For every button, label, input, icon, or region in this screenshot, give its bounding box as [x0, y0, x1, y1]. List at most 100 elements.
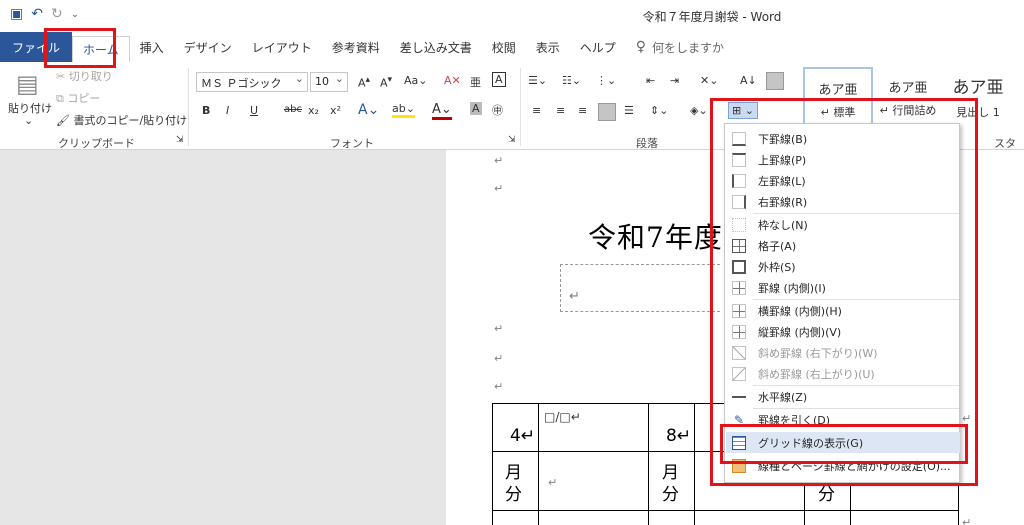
- table-border: [694, 403, 695, 525]
- paragraph-mark: ↵: [494, 182, 504, 195]
- show-marks-icon[interactable]: [766, 72, 784, 90]
- char-border-icon[interactable]: A: [492, 72, 506, 87]
- table-cell: 分: [505, 485, 522, 505]
- menu-item-inside-borders[interactable]: 罫線 (内側)(I): [726, 277, 960, 298]
- paragraph-mark: ↵: [494, 352, 504, 365]
- menu-item-bottom-border[interactable]: 下罫線(B): [726, 128, 960, 149]
- table-border: [538, 403, 539, 525]
- clear-format-icon[interactable]: A✕: [444, 74, 461, 87]
- menu-item-view-gridlines[interactable]: グリッド線の表示(G): [726, 432, 960, 453]
- font-launcher-icon[interactable]: ⇲: [508, 135, 516, 145]
- tab-insert[interactable]: 挿入: [130, 32, 174, 62]
- cut-button[interactable]: ✂ 切り取り: [56, 68, 113, 84]
- view-gridlines-icon: [732, 435, 746, 450]
- sort-icon[interactable]: A↓: [740, 74, 757, 87]
- strikethrough-button[interactable]: abc: [284, 104, 302, 115]
- shrink-font-icon[interactable]: A▾: [380, 74, 392, 90]
- numbering-icon[interactable]: ☷⌄: [562, 74, 581, 87]
- tab-mailings[interactable]: 差し込み文書: [390, 32, 482, 62]
- diagonal-up-icon: [732, 366, 746, 381]
- align-left-icon[interactable]: ≡: [532, 104, 541, 117]
- style-heading1[interactable]: あア亜 見出し 1: [943, 67, 1013, 125]
- tab-help[interactable]: ヘルプ: [570, 32, 626, 62]
- menu-item-label: 枠なし(N): [758, 218, 808, 232]
- paste-arrow-icon[interactable]: ⌄: [24, 114, 33, 127]
- menu-item-all-borders[interactable]: 格子(A): [726, 235, 960, 256]
- shading-icon[interactable]: ◈⌄: [690, 104, 708, 117]
- tell-me-box[interactable]: ♀ 何をしますか: [626, 32, 734, 62]
- menu-item-outside-borders[interactable]: 外枠(S): [726, 256, 960, 277]
- menu-item-no-border[interactable]: 枠なし(N): [726, 214, 960, 235]
- multilevel-list-icon[interactable]: ⋮⌄: [596, 74, 616, 87]
- menu-item-horizontal-line[interactable]: 水平線(Z): [726, 386, 960, 407]
- subscript-button[interactable]: x₂: [308, 104, 319, 117]
- menu-item-label: 罫線を引く(D): [758, 413, 831, 427]
- style-normal[interactable]: あア亜 ↵ 標準: [803, 67, 873, 125]
- menu-item-left-border[interactable]: 左罫線(L): [726, 170, 960, 191]
- enclose-chars-icon[interactable]: ㊥: [492, 102, 503, 118]
- font-color-icon[interactable]: A⌄: [432, 102, 452, 120]
- border-bottom-icon: [732, 131, 746, 146]
- text-box[interactable]: ↵: [560, 264, 720, 312]
- menu-item-inside-vertical[interactable]: 縦罫線 (内側)(V): [726, 321, 960, 342]
- menu-item-draw-table[interactable]: ✎ 罫線を引く(D): [726, 409, 960, 430]
- inside-borders-icon: [732, 280, 746, 295]
- table-cell: 分: [818, 485, 835, 505]
- menu-item-label: 水平線(Z): [758, 390, 808, 404]
- format-painter-label: 書式のコピー/貼り付け: [73, 114, 188, 127]
- bullets-icon[interactable]: ☰⌄: [528, 74, 547, 87]
- tab-layout[interactable]: レイアウト: [242, 32, 322, 62]
- highlight-icon[interactable]: ab⌄: [392, 102, 415, 118]
- font-size-combo[interactable]: 10: [310, 72, 348, 92]
- copy-button[interactable]: ⧉ コピー: [56, 90, 100, 106]
- align-right-icon[interactable]: ≡: [578, 104, 587, 117]
- lightbulb-icon: ♀: [635, 39, 647, 55]
- char-shading-icon[interactable]: A: [470, 102, 482, 115]
- tab-review[interactable]: 校閲: [482, 32, 526, 62]
- italic-button[interactable]: I: [226, 104, 229, 117]
- format-painter-button[interactable]: 🖌 書式のコピー/貼り付け: [56, 112, 187, 128]
- clipboard-group-label: クリップボード: [58, 137, 135, 150]
- menu-item-right-border[interactable]: 右罫線(R): [726, 191, 960, 212]
- align-center-icon[interactable]: ≡: [556, 104, 565, 117]
- bold-button[interactable]: B: [202, 104, 210, 117]
- increase-indent-icon[interactable]: ⇥: [670, 74, 679, 87]
- distribute-icon[interactable]: ☰: [624, 104, 634, 117]
- phonetic-guide-icon[interactable]: 亜: [470, 74, 481, 90]
- text-effects-icon[interactable]: A⌄: [358, 102, 379, 118]
- tab-home[interactable]: ホーム: [72, 36, 130, 62]
- menu-item-borders-shading[interactable]: 線種とページ罫線と網かけの設定(O)...: [726, 455, 960, 476]
- tab-references[interactable]: 参考資料: [322, 32, 390, 62]
- table-cell: 分: [662, 485, 679, 505]
- clipboard-launcher-icon[interactable]: ⇲: [176, 135, 184, 145]
- tab-design[interactable]: デザイン: [174, 32, 242, 62]
- paste-icon[interactable]: ▤: [16, 70, 39, 98]
- menu-item-top-border[interactable]: 上罫線(P): [726, 149, 960, 170]
- border-right-icon: [732, 194, 746, 209]
- copy-label: コピー: [67, 92, 101, 105]
- superscript-button[interactable]: x²: [330, 104, 341, 117]
- asian-layout-icon[interactable]: ✕⌄: [700, 74, 718, 87]
- inside-horizontal-icon: [732, 303, 746, 318]
- borders-shading-icon: [732, 458, 746, 473]
- tab-file[interactable]: ファイル: [0, 32, 73, 62]
- menu-item-label: 外枠(S): [758, 260, 796, 274]
- style-name: ↵ 行間詰め: [879, 104, 937, 117]
- tab-view[interactable]: 表示: [526, 32, 570, 62]
- underline-button[interactable]: U: [250, 104, 258, 117]
- decrease-indent-icon[interactable]: ⇤: [646, 74, 655, 87]
- style-no-spacing[interactable]: あア亜 ↵ 行間詰め: [873, 67, 943, 125]
- borders-dropdown-menu: 下罫線(B) 上罫線(P) 左罫線(L) 右罫線(R) 枠なし(N) 格子(A)…: [724, 123, 960, 483]
- style-sample: あア亜: [952, 78, 1004, 98]
- menu-item-label: 罫線 (内側)(I): [758, 281, 826, 295]
- table-border: [492, 403, 493, 525]
- menu-item-diagonal-up: 斜め罫線 (右上がり)(U): [726, 363, 960, 384]
- justify-icon[interactable]: [598, 103, 616, 121]
- borders-button-icon[interactable]: ⊞ ⌄: [728, 102, 758, 119]
- paragraph-mark: ↵: [569, 289, 580, 304]
- font-name-combo[interactable]: ＭＳ Ｐゴシック: [196, 72, 308, 92]
- change-case-icon[interactable]: Aa⌄: [404, 74, 427, 87]
- grow-font-icon[interactable]: A▴: [358, 74, 370, 90]
- line-spacing-icon[interactable]: ⇕⌄: [650, 104, 668, 117]
- menu-item-inside-horizontal[interactable]: 横罫線 (内側)(H): [726, 300, 960, 321]
